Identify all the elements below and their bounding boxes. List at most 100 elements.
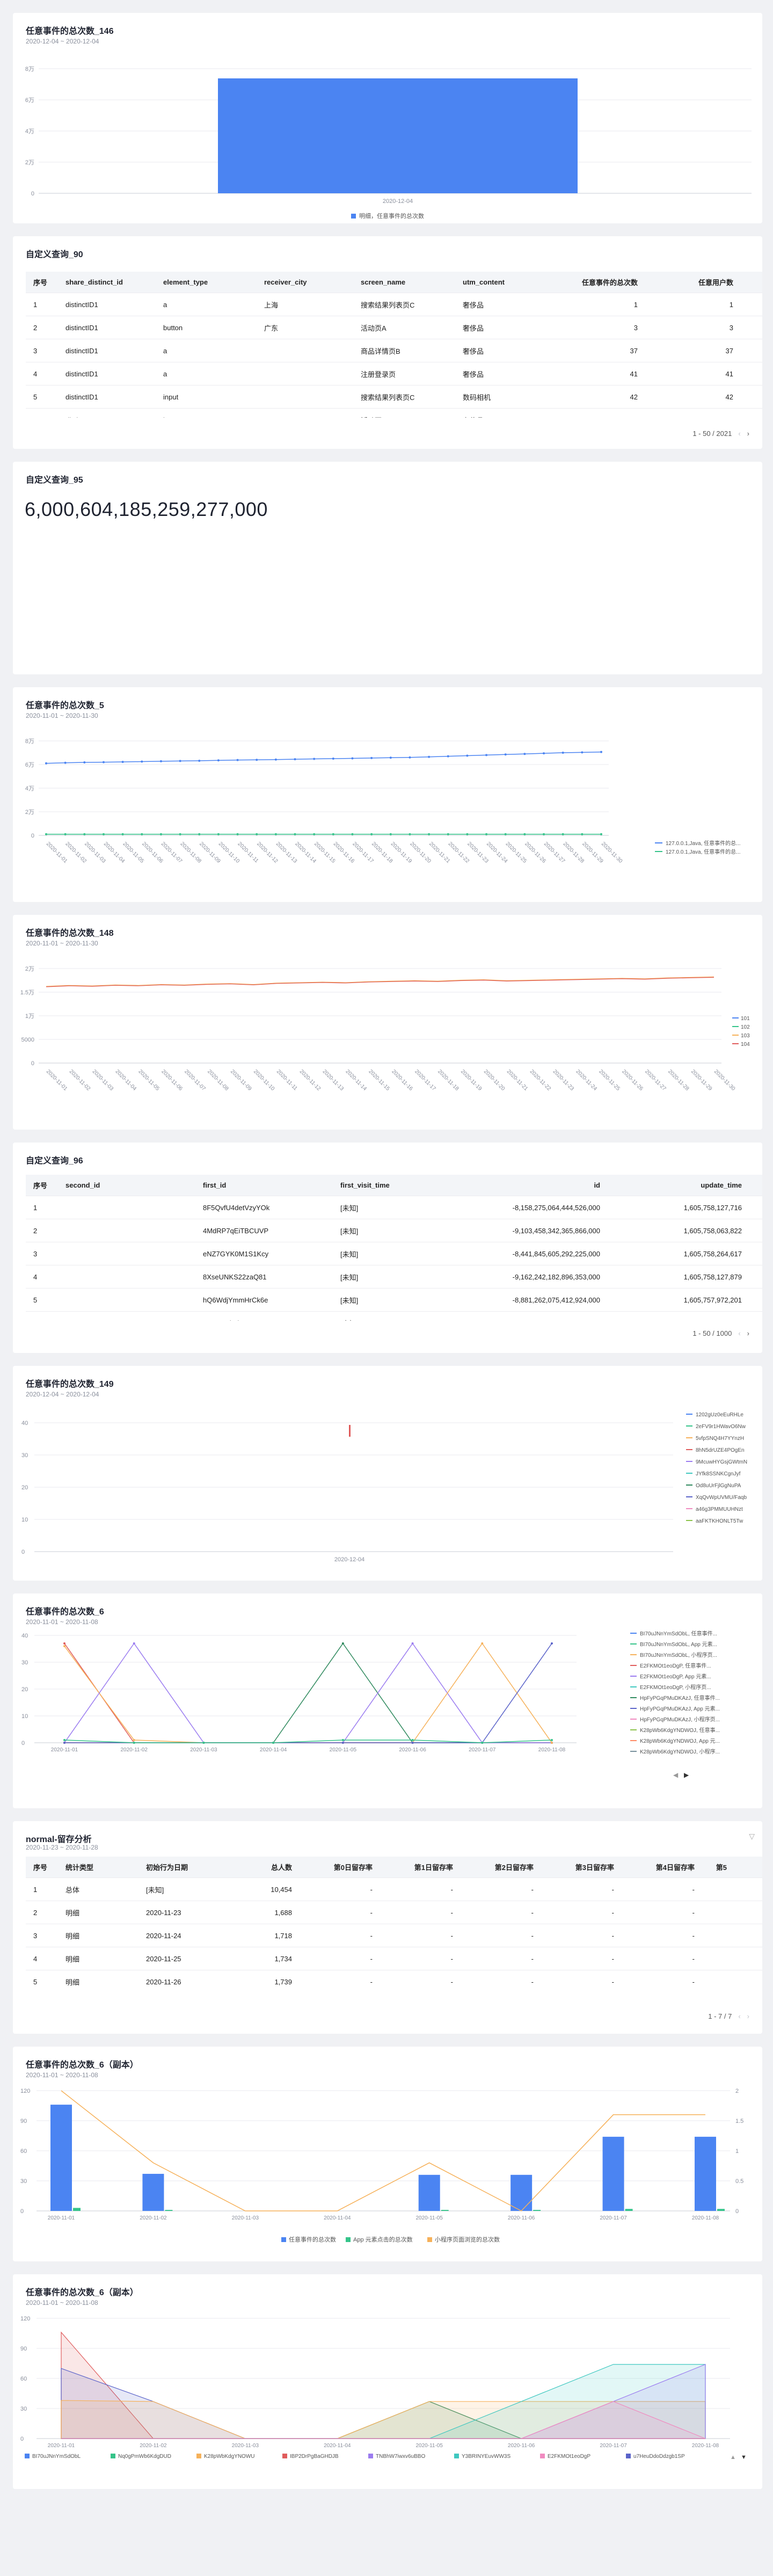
- col-header[interactable]: screen_name: [353, 278, 455, 286]
- data-point[interactable]: [141, 760, 143, 763]
- next-page-icon[interactable]: ›: [747, 430, 749, 438]
- table-row[interactable]: 6distinctID1input活动页B奢侈品2828: [26, 409, 762, 418]
- bar[interactable]: [418, 2174, 440, 2211]
- legend-next-icon[interactable]: ▶: [684, 1771, 689, 1779]
- data-point[interactable]: [45, 762, 47, 765]
- col-header[interactable]: element_type: [156, 278, 257, 286]
- legend-label[interactable]: K28pWb6KdgYNDWOJ, 小程序...: [640, 1748, 720, 1755]
- data-point[interactable]: [504, 833, 507, 835]
- data-point[interactable]: [523, 753, 526, 755]
- filter-icon[interactable]: ▽: [749, 1832, 755, 1841]
- table-row[interactable]: 1 8F5QvfU4detVzyYOk [未知] -8,158,275,064,444…: [26, 1196, 762, 1219]
- data-point[interactable]: [121, 761, 124, 763]
- legend-prev-icon[interactable]: ▲: [730, 2454, 736, 2461]
- col-header[interactable]: 第3日留存率: [541, 1862, 622, 1872]
- data-point[interactable]: [217, 833, 220, 835]
- data-point[interactable]: [272, 1742, 275, 1744]
- data-point[interactable]: [198, 833, 201, 835]
- col-header[interactable]: update_time: [608, 1181, 749, 1189]
- legend-label[interactable]: BI70uJNnYmSdObL: [32, 2454, 81, 2459]
- data-point[interactable]: [179, 833, 181, 835]
- legend-label[interactable]: 127.0.0.1,Java, 任意事件的总...: [666, 848, 741, 855]
- legend-label[interactable]: 127.0.0.1,Java, 任意事件的总...: [666, 840, 741, 847]
- col-header[interactable]: 序号: [26, 1862, 58, 1872]
- col-header[interactable]: utm_content: [455, 278, 550, 286]
- data-point[interactable]: [217, 759, 220, 762]
- table-row[interactable]: 1 总体 [未知] 10,454 - - - - -: [26, 1878, 762, 1901]
- next-page-icon[interactable]: ›: [747, 1329, 749, 1337]
- data-point[interactable]: [543, 752, 545, 755]
- data-point[interactable]: [551, 1642, 553, 1644]
- data-point[interactable]: [236, 759, 239, 761]
- data-point[interactable]: [351, 833, 354, 835]
- data-point[interactable]: [341, 1739, 344, 1741]
- data-point[interactable]: [179, 760, 181, 762]
- series-line[interactable]: [46, 751, 602, 764]
- legend-label[interactable]: K28pWb6KdgYNDWOJ, App 元...: [640, 1738, 720, 1744]
- data-point[interactable]: [428, 833, 431, 835]
- data-point[interactable]: [543, 833, 545, 835]
- legend-label[interactable]: BI70uJNnYmSdObL, 任意事件...: [640, 1630, 717, 1637]
- data-point[interactable]: [133, 1739, 135, 1741]
- col-header[interactable]: 第0日留存率: [300, 1862, 380, 1872]
- legend-label[interactable]: 1202gUz0eEuRHLe: [696, 1412, 743, 1418]
- data-point[interactable]: [600, 833, 602, 835]
- col-header[interactable]: first_visit_time: [333, 1181, 470, 1189]
- col-header[interactable]: 第5: [702, 1862, 734, 1872]
- legend-label[interactable]: Y3BRINYEuvWW3S: [462, 2454, 511, 2459]
- prev-page-icon[interactable]: ‹: [738, 1329, 740, 1337]
- data-point[interactable]: [256, 833, 258, 835]
- data-point[interactable]: [551, 1742, 553, 1744]
- col-header[interactable]: 统计类型: [58, 1862, 138, 1872]
- data-point[interactable]: [83, 761, 86, 764]
- data-point[interactable]: [466, 754, 469, 757]
- bar[interactable]: [165, 2210, 173, 2211]
- data-point[interactable]: [102, 833, 105, 835]
- series-line[interactable]: [64, 1646, 552, 1743]
- table-row[interactable]: 3 eNZ7GYK0M1S1Kcy [未知] -8,441,845,605,292,2…: [26, 1242, 762, 1265]
- legend-label[interactable]: E2FKMOt1eoDgP, 任意事件...: [640, 1662, 711, 1669]
- legend-label[interactable]: K28pWbKdgYNOWU: [204, 2454, 254, 2459]
- data-point[interactable]: [274, 833, 277, 835]
- legend-label[interactable]: XqQvWpUVMU/Faqb: [696, 1495, 747, 1501]
- data-point[interactable]: [561, 833, 564, 835]
- legend-label[interactable]: HpFyPGqPMuDKAzJ, 小程序页...: [640, 1716, 720, 1723]
- table-row[interactable]: 2 明细 2020-11-23 1,688 - - - - -: [26, 1901, 762, 1924]
- legend-label[interactable]: 小程序页面浏览的总次数: [435, 2236, 500, 2243]
- data-point[interactable]: [133, 1742, 135, 1744]
- series-line[interactable]: [64, 1642, 552, 1743]
- legend-prev-icon[interactable]: ◀: [673, 1771, 679, 1779]
- legend-label[interactable]: aaFKTKHONLT5Tw: [696, 1518, 743, 1524]
- legend-label[interactable]: Od8uUrFjlGgNuPA: [696, 1483, 741, 1489]
- col-header[interactable]: id: [470, 1181, 608, 1189]
- legend-label[interactable]: HpFyPGqPMuDKAzJ, 任意事件...: [640, 1694, 720, 1701]
- data-point[interactable]: [332, 833, 334, 835]
- bar[interactable]: [695, 2136, 716, 2211]
- data-point[interactable]: [313, 758, 316, 760]
- table-row[interactable]: 3 明细 2020-11-24 1,718 - - - - -: [26, 1924, 762, 1947]
- legend-label[interactable]: TNBhW7iwxv6uBBO: [376, 2454, 425, 2459]
- col-header[interactable]: 序号: [26, 277, 58, 287]
- data-point[interactable]: [332, 758, 334, 760]
- legend-label[interactable]: JYfk8SSNKCgnJyf: [696, 1471, 741, 1477]
- data-point[interactable]: [581, 751, 584, 754]
- data-point[interactable]: [485, 754, 488, 756]
- data-point[interactable]: [121, 833, 124, 835]
- data-point[interactable]: [341, 1642, 344, 1644]
- legend-label[interactable]: Nq0gPmWb6KdgDUD: [118, 2454, 171, 2459]
- table-row[interactable]: 6 LHCW2d4dn97u7vZ[未知]-8,197,379,222,386,5…: [26, 1312, 762, 1321]
- legend-label[interactable]: 明细，任意事件的总次数: [359, 212, 424, 220]
- bar[interactable]: [625, 2209, 633, 2211]
- legend-label[interactable]: a46g3PMMUUHNzt: [696, 1507, 743, 1512]
- series-line[interactable]: [46, 977, 714, 987]
- data-point[interactable]: [481, 1742, 484, 1744]
- data-point[interactable]: [63, 1742, 65, 1744]
- legend-label[interactable]: u7HeuDdoDdzgb1SP: [633, 2454, 685, 2459]
- data-point[interactable]: [523, 833, 526, 835]
- data-point[interactable]: [274, 758, 277, 761]
- bar[interactable]: [218, 78, 578, 193]
- legend-label[interactable]: 5vfpSNQ4H7YYnzH: [696, 1436, 744, 1442]
- data-point[interactable]: [411, 1742, 414, 1744]
- data-point[interactable]: [341, 1742, 344, 1744]
- col-header[interactable]: 总人数: [219, 1862, 300, 1872]
